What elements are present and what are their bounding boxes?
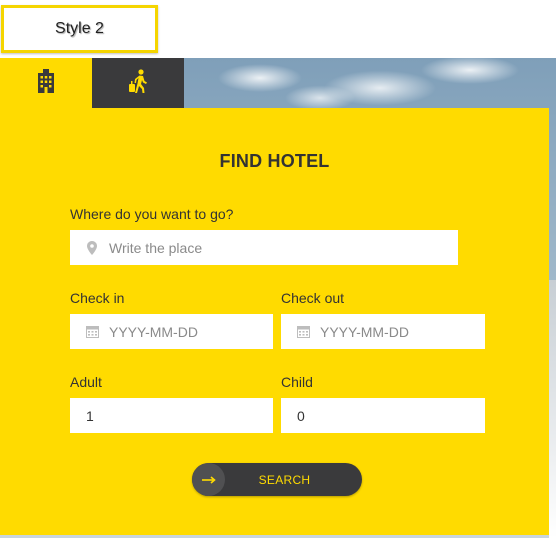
check-in-field[interactable]: YYYY-MM-DD bbox=[70, 314, 273, 349]
destination-placeholder: Write the place bbox=[109, 239, 203, 256]
check-out-placeholder: YYYY-MM-DD bbox=[320, 323, 409, 340]
search-button[interactable]: SEARCH bbox=[192, 463, 362, 496]
child-field[interactable]: 0 bbox=[281, 398, 485, 433]
destination-field[interactable]: Write the place bbox=[70, 230, 458, 265]
traveler-luggage-icon bbox=[127, 69, 149, 98]
adult-value: 1 bbox=[86, 407, 94, 424]
style-label-text: Style 2 bbox=[55, 20, 104, 37]
calendar-icon bbox=[84, 324, 100, 340]
child-label: Child bbox=[281, 374, 313, 390]
tab-hotel[interactable] bbox=[0, 58, 92, 109]
destination-label: Where do you want to go? bbox=[70, 206, 234, 222]
form-title: FIND HOTEL bbox=[219, 151, 330, 171]
adult-field[interactable]: 1 bbox=[70, 398, 273, 433]
arrow-right-icon bbox=[192, 463, 225, 496]
check-in-label: Check in bbox=[70, 290, 125, 306]
check-out-field[interactable]: YYYY-MM-DD bbox=[281, 314, 485, 349]
check-in-placeholder: YYYY-MM-DD bbox=[109, 323, 198, 340]
check-out-label: Check out bbox=[281, 290, 345, 306]
search-button-label: SEARCH bbox=[258, 472, 311, 487]
child-value: 0 bbox=[297, 407, 305, 424]
adult-label: Adult bbox=[70, 374, 102, 390]
map-marker-icon bbox=[84, 240, 100, 256]
calendar-icon bbox=[295, 324, 311, 340]
tab-tour[interactable] bbox=[92, 58, 184, 109]
background-edge bbox=[549, 280, 556, 538]
style-label-box: Style 2 bbox=[1, 5, 158, 53]
hotel-building-icon bbox=[37, 69, 55, 98]
